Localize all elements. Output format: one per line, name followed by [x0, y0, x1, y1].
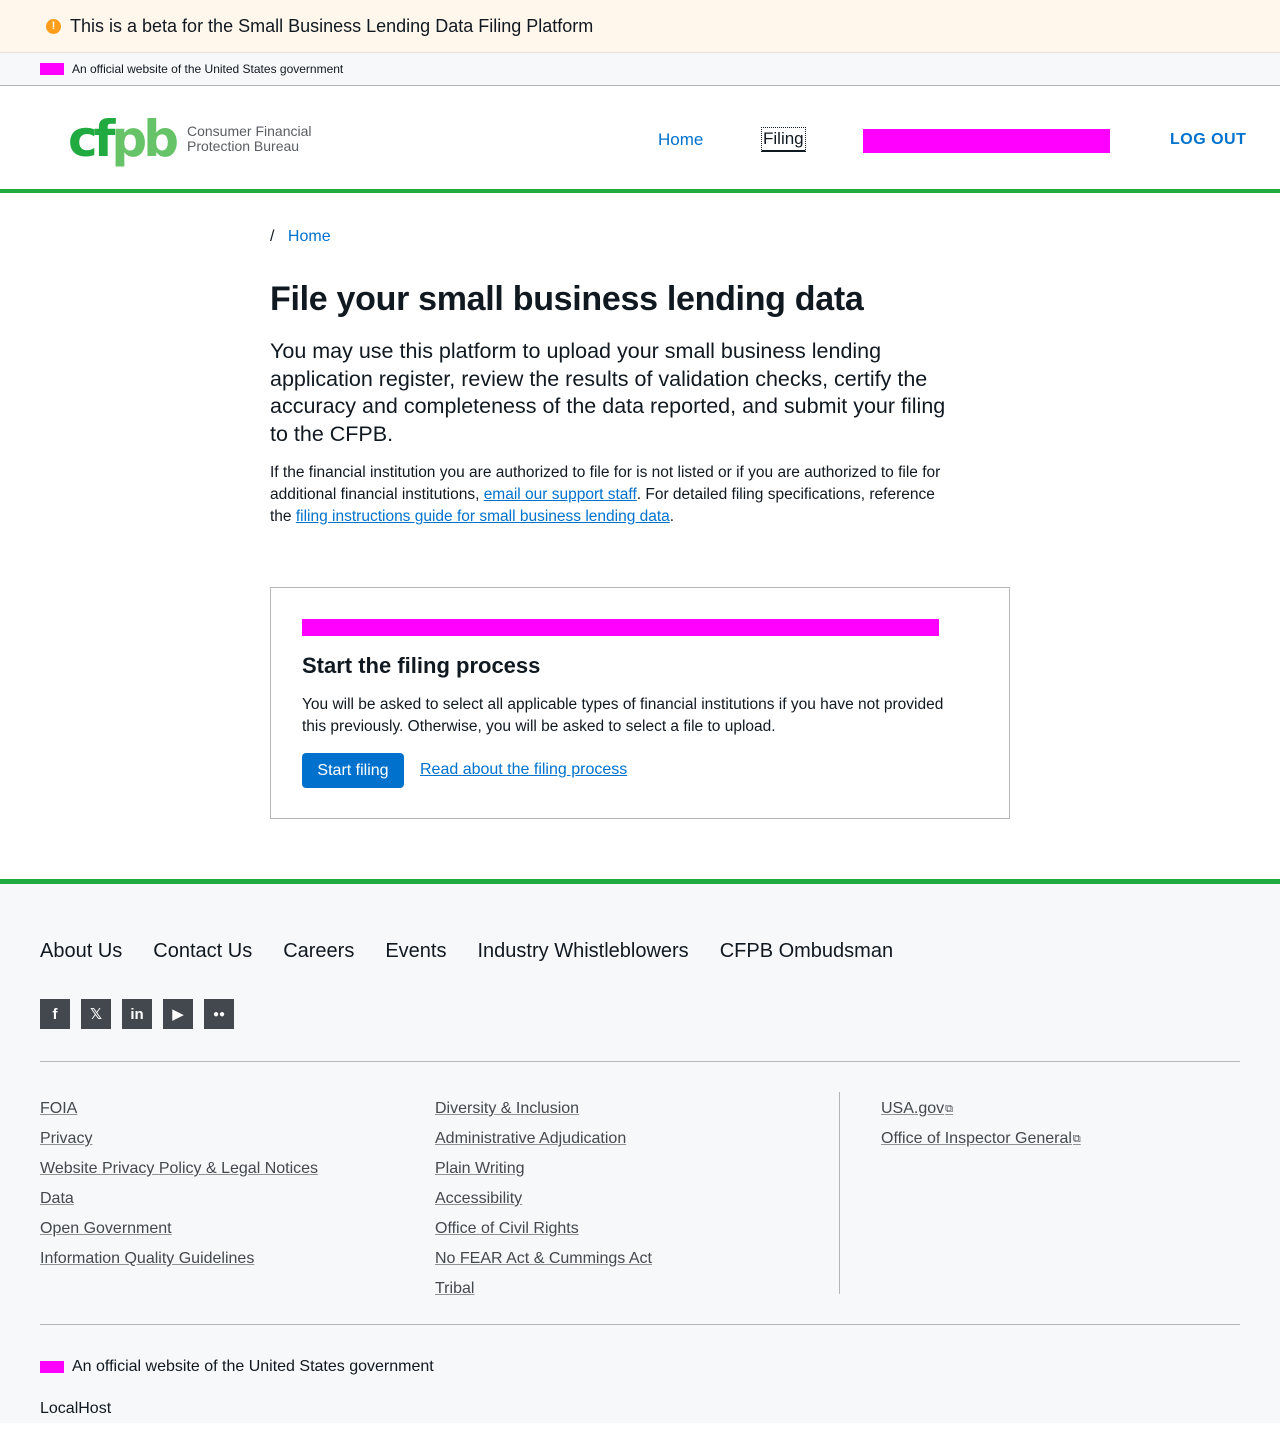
footer-nav-ombudsman[interactable]: CFPB Ombudsman: [720, 940, 893, 963]
footer-links-col-1: FOIA Privacy Website Privacy Policy & Le…: [40, 1094, 318, 1274]
gov-banner: An official website of the United States…: [0, 53, 1280, 86]
footer-link-no-fear[interactable]: No FEAR Act & Cummings Act: [435, 1244, 652, 1274]
logout-button[interactable]: LOG OUT: [1170, 131, 1246, 149]
facebook-icon[interactable]: f: [40, 999, 70, 1029]
breadcrumb-separator: /: [270, 228, 275, 245]
footer-nav-careers[interactable]: Careers: [283, 940, 354, 963]
logo-wordmark: Consumer Financial Protection Bureau: [187, 124, 312, 154]
cfpb-logo[interactable]: cfpb Consumer Financial Protection Burea…: [68, 114, 312, 164]
footer-gov-text: An official website of the United States…: [72, 1358, 434, 1375]
footer-divider: [40, 1061, 1240, 1062]
lead-paragraph: You may use this platform to upload your…: [270, 339, 946, 446]
nav-filing-link[interactable]: Filing: [761, 127, 806, 152]
logo-line-2: Protection Bureau: [187, 138, 300, 154]
footer-link-inspector-general[interactable]: Office of Inspector General⧉: [881, 1124, 1081, 1154]
beta-banner-text: This is a beta for the Small Business Le…: [70, 15, 594, 36]
x-icon[interactable]: 𝕏: [81, 999, 111, 1029]
nav-home-link[interactable]: Home: [658, 130, 703, 150]
logo-mark-pb: pb: [111, 110, 179, 168]
footer-column-divider: [839, 1092, 840, 1294]
linkedin-icon[interactable]: in: [122, 999, 152, 1029]
logo-line-1: Consumer Financial: [187, 123, 312, 139]
start-filing-button[interactable]: Start filing: [302, 753, 404, 788]
inspector-general-label: Office of Inspector General: [881, 1130, 1072, 1147]
environment-label: LocalHost: [40, 1400, 112, 1417]
footer-links-col-2: Diversity & Inclusion Administrative Adj…: [435, 1094, 652, 1304]
filing-instructions-link[interactable]: filing instructions guide for small busi…: [296, 508, 670, 525]
footer-link-tribal[interactable]: Tribal: [435, 1274, 652, 1304]
redacted-institution-name: [302, 619, 939, 636]
support-paragraph: If the financial institution you are aut…: [270, 462, 960, 528]
cfpb-logo-mark: cfpb: [68, 114, 179, 164]
usa-gov-label: USA.gov: [881, 1100, 945, 1117]
site-header: cfpb Consumer Financial Protection Burea…: [0, 86, 1280, 193]
email-support-link[interactable]: email our support staff: [484, 486, 637, 503]
footer-link-open-government[interactable]: Open Government: [40, 1214, 318, 1244]
footer-link-usa-gov[interactable]: USA.gov⧉: [881, 1094, 1081, 1124]
footer-nav-whistleblowers[interactable]: Industry Whistleblowers: [478, 940, 689, 963]
footer-link-privacy-policy[interactable]: Website Privacy Policy & Legal Notices: [40, 1154, 318, 1184]
footer-nav: About Us Contact Us Careers Events Indus…: [40, 940, 924, 963]
footer-link-diversity[interactable]: Diversity & Inclusion: [435, 1094, 652, 1124]
breadcrumb-home-link[interactable]: Home: [288, 228, 331, 245]
footer-gov-banner: An official website of the United States…: [40, 1358, 434, 1376]
social-links: f 𝕏 in ▶ ●●: [40, 999, 245, 1029]
footer-link-info-quality[interactable]: Information Quality Guidelines: [40, 1244, 318, 1274]
footer-nav-contact[interactable]: Contact Us: [153, 940, 252, 963]
logo-mark-cf: cf: [68, 110, 115, 168]
read-filing-process-link[interactable]: Read about the filing process: [420, 761, 627, 779]
footer-link-civil-rights[interactable]: Office of Civil Rights: [435, 1214, 652, 1244]
card-title: Start the filing process: [302, 653, 541, 678]
footer-link-accessibility[interactable]: Accessibility: [435, 1184, 652, 1214]
breadcrumb: / Home: [270, 228, 331, 246]
us-flag-icon: [40, 1361, 64, 1373]
footer-links-col-3: USA.gov⧉ Office of Inspector General⧉: [881, 1094, 1081, 1154]
card-description: You will be asked to select all applicab…: [302, 696, 944, 735]
redacted-user-name: [863, 129, 1110, 153]
support-text-3: .: [669, 508, 675, 525]
footer-link-privacy[interactable]: Privacy: [40, 1124, 318, 1154]
flickr-icon[interactable]: ●●: [204, 999, 234, 1029]
gov-banner-text: An official website of the United States…: [72, 62, 344, 76]
footer-nav-about[interactable]: About Us: [40, 940, 122, 963]
beta-banner: ! This is a beta for the Small Business …: [0, 0, 1280, 53]
footer-link-plain-writing[interactable]: Plain Writing: [435, 1154, 652, 1184]
start-filing-card: Start the filing process You will be ask…: [270, 587, 1010, 819]
footer-divider-bottom: [40, 1324, 1240, 1325]
warning-icon: !: [46, 18, 61, 34]
external-link-icon: ⧉: [945, 1103, 953, 1115]
us-flag-icon: [40, 63, 64, 75]
site-footer: About Us Contact Us Careers Events Indus…: [0, 879, 1280, 1423]
footer-link-foia[interactable]: FOIA: [40, 1094, 318, 1124]
external-link-icon: ⧉: [1072, 1133, 1081, 1145]
page-title: File your small business lending data: [270, 280, 864, 318]
footer-nav-events[interactable]: Events: [385, 940, 446, 963]
footer-link-adjudication[interactable]: Administrative Adjudication: [435, 1124, 652, 1154]
footer-link-data[interactable]: Data: [40, 1184, 318, 1214]
youtube-icon[interactable]: ▶: [163, 999, 193, 1029]
